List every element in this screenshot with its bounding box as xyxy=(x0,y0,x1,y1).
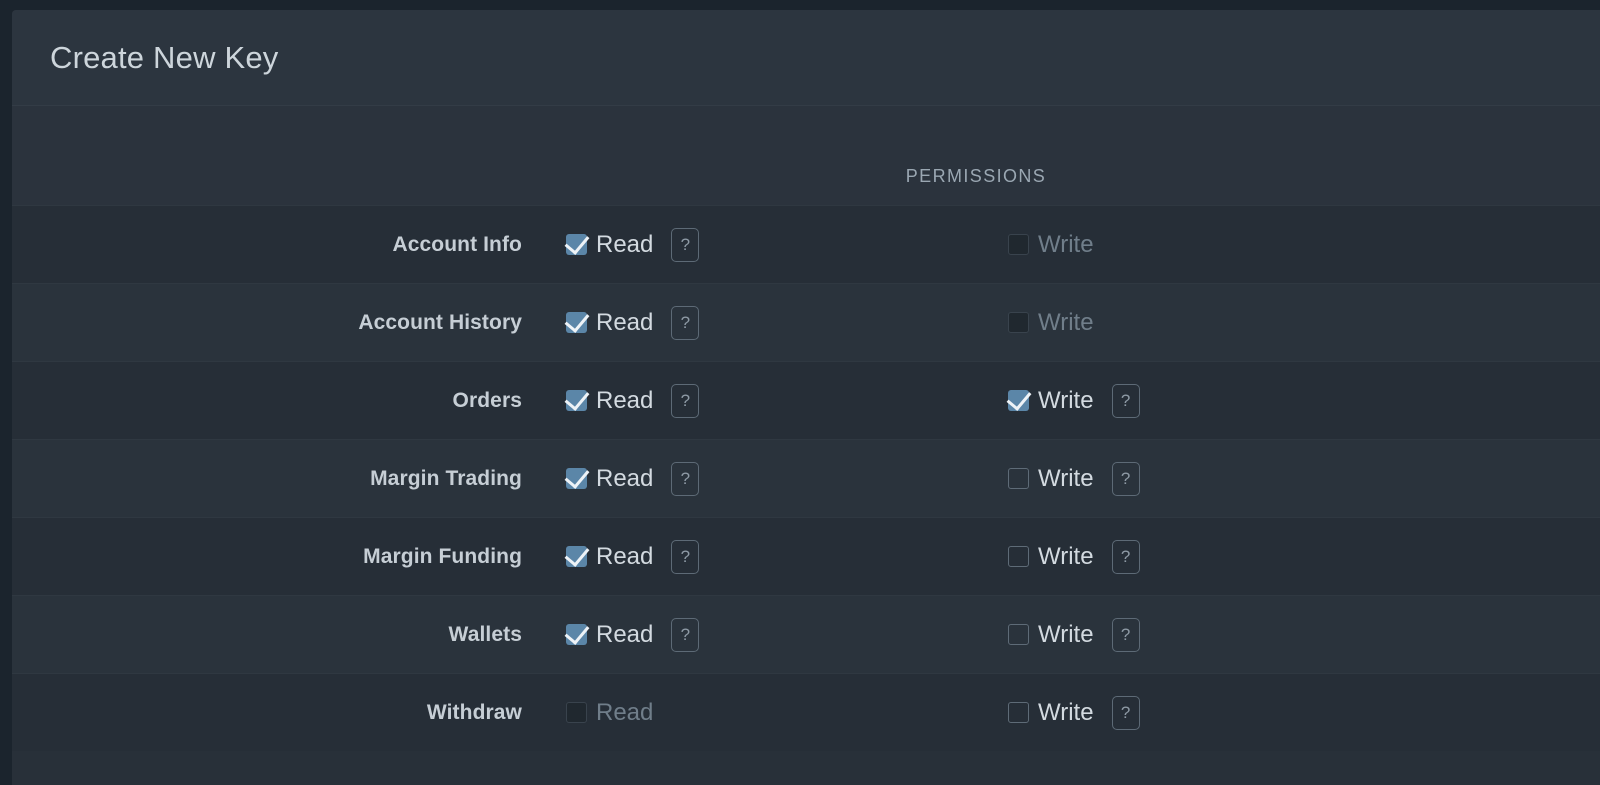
read-permission-option: Read? xyxy=(566,696,699,730)
read-checkbox[interactable] xyxy=(566,312,587,333)
permission-scope-label: Account History xyxy=(358,310,522,334)
table-row: Wallets Read? Write? xyxy=(12,595,1600,673)
write-checkbox[interactable] xyxy=(1008,546,1029,567)
help-icon[interactable]: ? xyxy=(671,617,700,652)
write-permission-option[interactable]: Write? xyxy=(1008,383,1140,418)
write-cell: Write? xyxy=(980,228,1600,262)
table-row: WithdrawRead?Write? xyxy=(12,673,1600,751)
write-cell: Write? xyxy=(980,695,1600,730)
write-label: Write xyxy=(1038,620,1094,648)
write-label: Write xyxy=(1038,542,1094,570)
help-icon[interactable]: ? xyxy=(1111,617,1140,652)
read-checkbox[interactable] xyxy=(566,468,587,489)
read-cell: Read? xyxy=(540,617,980,652)
table-header-row: PERMISSIONS xyxy=(12,106,1600,205)
write-permission-option[interactable]: Write? xyxy=(1008,461,1140,496)
read-checkbox[interactable] xyxy=(566,234,587,255)
write-cell: Write? xyxy=(980,539,1600,574)
create-new-key-panel: Create New Key PERMISSIONS Account Info R… xyxy=(12,10,1600,785)
write-cell: Write? xyxy=(980,306,1600,340)
permissions-table: PERMISSIONS Account InfoRead?Write?Accou… xyxy=(12,106,1600,751)
write-label: Write xyxy=(1038,230,1094,258)
write-cell: Write? xyxy=(980,617,1600,652)
read-label: Read xyxy=(596,386,654,414)
read-permission-option[interactable]: Read? xyxy=(566,383,700,418)
write-checkbox[interactable] xyxy=(1008,702,1029,723)
permission-scope-label: Margin Funding xyxy=(363,544,522,568)
read-checkbox[interactable] xyxy=(566,390,587,411)
read-label: Read xyxy=(596,308,654,336)
write-checkbox xyxy=(1008,234,1029,255)
help-icon[interactable]: ? xyxy=(1111,383,1140,418)
permission-scope-label: Orders xyxy=(452,388,522,412)
help-icon[interactable]: ? xyxy=(671,539,700,574)
read-cell: Read? xyxy=(540,383,980,418)
page-title: Create New Key xyxy=(50,39,279,75)
table-row: Account Info Read? Write? xyxy=(12,205,1600,283)
read-permission-option[interactable]: Read? xyxy=(566,227,700,262)
read-cell: Read? xyxy=(540,539,980,574)
write-checkbox[interactable] xyxy=(1008,390,1029,411)
write-label: Write xyxy=(1038,386,1094,414)
help-icon[interactable]: ? xyxy=(1111,461,1140,496)
read-label: Read xyxy=(596,542,654,570)
read-label: Read xyxy=(596,230,654,258)
help-icon[interactable]: ? xyxy=(1111,539,1140,574)
read-permission-option[interactable]: Read? xyxy=(566,617,700,652)
permission-scope-label: Account Info xyxy=(392,232,522,256)
read-checkbox xyxy=(566,702,587,723)
read-label: Read xyxy=(596,620,654,648)
table-row: Margin Funding Read? Write? xyxy=(12,517,1600,595)
write-checkbox xyxy=(1008,312,1029,333)
permission-scope-label: Wallets xyxy=(448,622,522,646)
write-checkbox[interactable] xyxy=(1008,624,1029,645)
read-cell: Read? xyxy=(540,305,980,340)
read-permission-option[interactable]: Read? xyxy=(566,461,700,496)
help-icon[interactable]: ? xyxy=(671,383,700,418)
permission-scope-label: Withdraw xyxy=(426,700,522,724)
write-label: Write xyxy=(1038,308,1094,336)
write-label: Write xyxy=(1038,698,1094,726)
read-permission-option[interactable]: Read? xyxy=(566,539,700,574)
write-label: Write xyxy=(1038,464,1094,492)
write-checkbox[interactable] xyxy=(1008,468,1029,489)
table-row: Orders Read? Write? xyxy=(12,361,1600,439)
permission-scope-label: Margin Trading xyxy=(370,466,522,490)
write-permission-option[interactable]: Write? xyxy=(1008,695,1140,730)
table-row: Account History Read? Write? xyxy=(12,283,1600,361)
write-permission-option: Write? xyxy=(1008,306,1140,340)
write-permission-option[interactable]: Write? xyxy=(1008,617,1140,652)
read-label: Read xyxy=(596,464,654,492)
write-cell: Write? xyxy=(980,383,1600,418)
permissions-column-header: PERMISSIONS xyxy=(905,166,1047,186)
read-checkbox[interactable] xyxy=(566,546,587,567)
panel-header: Create New Key xyxy=(12,10,1600,106)
table-row: Margin Trading Read? Write? xyxy=(12,439,1600,517)
write-permission-option[interactable]: Write? xyxy=(1008,539,1140,574)
read-cell: Read? xyxy=(540,696,980,730)
write-cell: Write? xyxy=(980,461,1600,496)
write-permission-option: Write? xyxy=(1008,228,1140,262)
read-cell: Read? xyxy=(540,461,980,496)
read-checkbox[interactable] xyxy=(566,624,587,645)
read-label: Read xyxy=(596,698,654,726)
help-icon[interactable]: ? xyxy=(671,461,700,496)
help-icon[interactable]: ? xyxy=(671,227,700,262)
read-cell: Read? xyxy=(540,227,980,262)
read-permission-option[interactable]: Read? xyxy=(566,305,700,340)
permissions-row-container: Account InfoRead?Write?Account HistoryRe… xyxy=(12,205,1600,751)
help-icon[interactable]: ? xyxy=(671,305,700,340)
help-icon[interactable]: ? xyxy=(1111,695,1140,730)
